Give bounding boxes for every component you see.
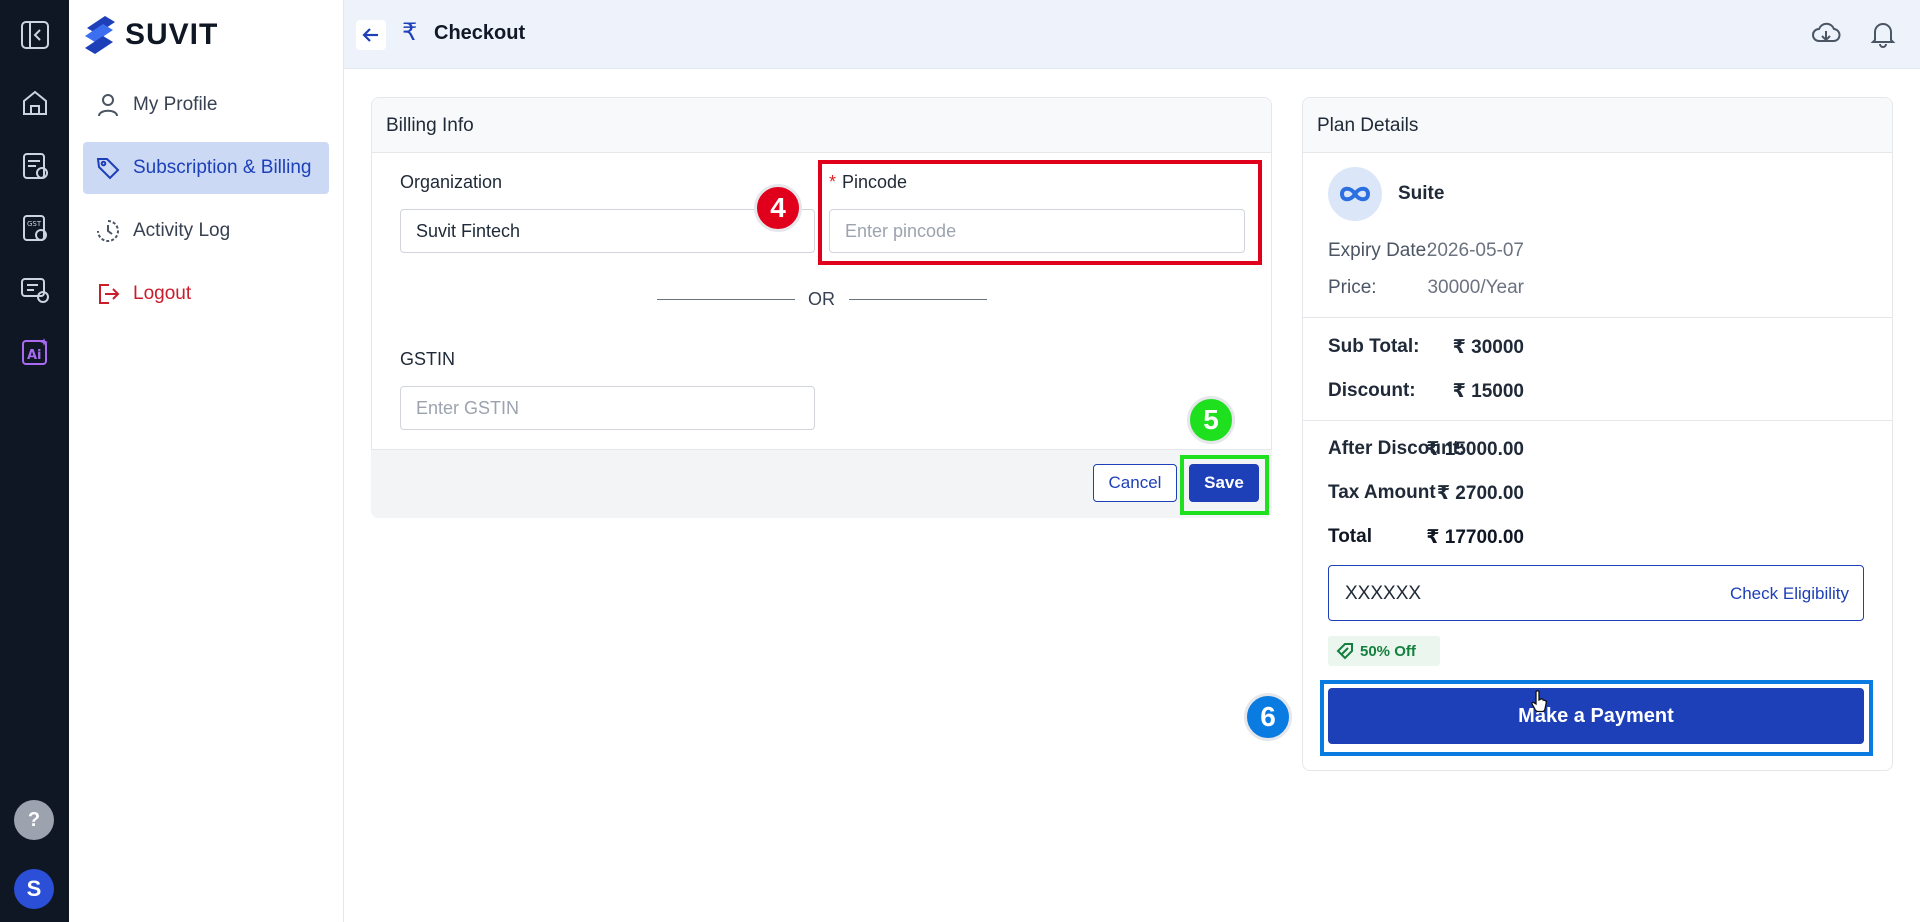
discount-badge-label: 50% Off — [1360, 642, 1416, 660]
total-label: Total — [1328, 526, 1372, 547]
tag-icon — [96, 158, 120, 180]
sidebar-item-activity-log[interactable]: Activity Log — [83, 205, 329, 257]
sidebar-item-my-profile[interactable]: My Profile — [83, 79, 329, 131]
svg-text:GST: GST — [27, 220, 42, 228]
discount-tag-icon — [1336, 643, 1353, 660]
step-6-highlight — [1320, 680, 1873, 756]
arrow-left-icon — [362, 28, 378, 42]
discount-label: Discount: — [1328, 380, 1416, 401]
tax-label: Tax Amount — [1328, 482, 1436, 503]
user-icon — [98, 94, 118, 117]
bell-icon[interactable] — [1866, 17, 1900, 51]
step-4-highlight — [818, 160, 1262, 265]
sidebar-item-subscription-billing[interactable]: Subscription & Billing — [83, 142, 329, 194]
sidebar-item-label: Subscription & Billing — [133, 157, 312, 178]
top-bar: ₹ Checkout — [344, 0, 1920, 69]
home-icon[interactable] — [0, 81, 69, 125]
brand-name: SUVIT — [125, 18, 219, 51]
expiry-value: 2026-05-07 — [1426, 240, 1524, 261]
sidebar-item-logout[interactable]: Logout — [83, 268, 329, 320]
after-discount-value: ₹ 15000.00 — [1426, 439, 1524, 460]
suvit-logo-icon — [85, 16, 115, 54]
help-button[interactable]: ? — [14, 800, 54, 840]
step-6-badge: 6 — [1244, 693, 1292, 741]
divider — [1302, 317, 1893, 318]
history-icon — [97, 220, 119, 242]
divider — [1302, 420, 1893, 421]
logout-icon — [99, 284, 120, 304]
or-divider-left — [657, 299, 795, 300]
organization-field[interactable] — [400, 209, 815, 253]
sidebar-item-label: Logout — [133, 283, 192, 304]
report-icon[interactable] — [0, 144, 69, 188]
back-button[interactable] — [356, 20, 386, 50]
subtotal-label: Sub Total: — [1328, 336, 1420, 357]
brand-logo: SUVIT — [83, 14, 218, 56]
icon-rail: GST Ai ? S — [0, 0, 69, 922]
or-text: OR — [808, 289, 835, 309]
collapse-icon[interactable] — [0, 13, 69, 57]
message-clock-icon[interactable] — [0, 268, 69, 312]
expiry-label: Expiry Date: — [1328, 240, 1432, 261]
infinity-icon — [1328, 167, 1382, 221]
price-value: 30000/Year — [1427, 277, 1524, 298]
check-eligibility-link[interactable]: Check Eligibility — [1730, 584, 1849, 604]
ai-icon[interactable]: Ai — [0, 330, 69, 374]
tax-value: ₹ 2700.00 — [1436, 483, 1524, 504]
billing-info-title: Billing Info — [372, 98, 1271, 153]
discount-value: ₹ 15000 — [1452, 381, 1524, 402]
plan-name: Suite — [1398, 183, 1445, 204]
step-5-highlight — [1180, 455, 1269, 515]
total-value: ₹ 17700.00 — [1426, 527, 1524, 548]
page-title: Checkout — [434, 22, 526, 44]
coupon-field[interactable]: XXXXXX Check Eligibility — [1328, 565, 1864, 621]
step-5-badge: 5 — [1187, 396, 1235, 444]
svg-text:Ai: Ai — [27, 348, 42, 363]
plan-details-title: Plan Details — [1303, 98, 1892, 153]
coupon-value: XXXXXX — [1345, 583, 1422, 604]
organization-label: Organization — [400, 172, 503, 192]
cancel-button[interactable]: Cancel — [1093, 464, 1177, 502]
sidebar-item-label: My Profile — [133, 94, 218, 115]
avatar[interactable]: S — [14, 869, 54, 909]
plan-details-card: Plan Details — [1302, 97, 1893, 771]
cloud-download-icon[interactable] — [1809, 17, 1843, 51]
sidebar: SUVIT My Profile Subscription & Billing … — [69, 0, 344, 922]
discount-badge: 50% Off — [1328, 636, 1440, 666]
price-label: Price: — [1328, 277, 1377, 298]
hand-cursor-icon — [1531, 690, 1547, 713]
or-divider-right — [849, 299, 987, 300]
gstin-label: GSTIN — [400, 349, 456, 369]
step-4-badge: 4 — [754, 184, 802, 232]
sidebar-item-label: Activity Log — [133, 220, 231, 241]
gstin-input[interactable] — [400, 386, 815, 430]
subtotal-value: ₹ 30000 — [1452, 337, 1524, 358]
gst-settings-icon[interactable]: GST — [0, 206, 69, 250]
rupee-icon: ₹ — [402, 19, 418, 46]
